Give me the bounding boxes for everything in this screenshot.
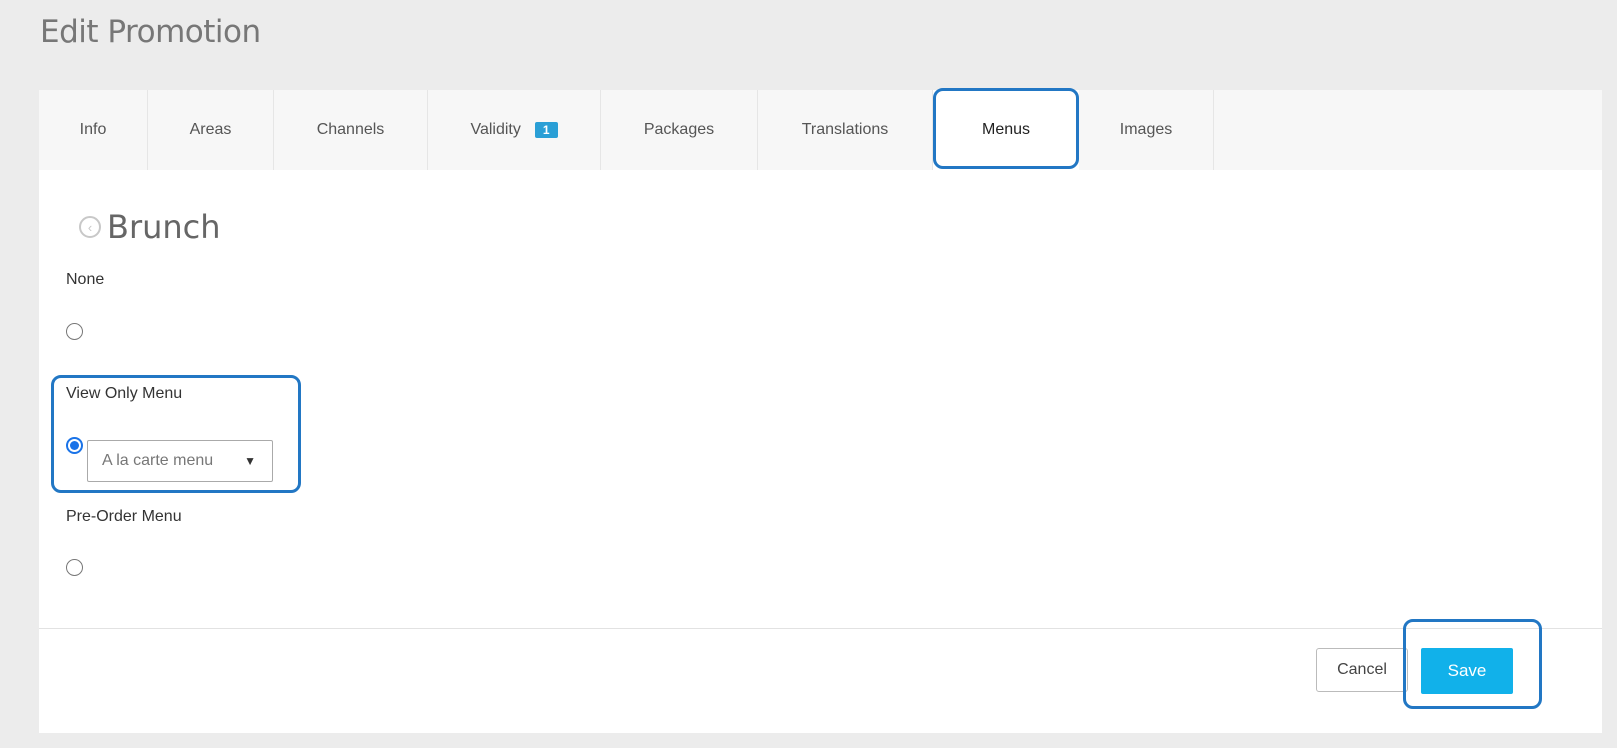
section-title: Brunch [107, 208, 221, 246]
tab-label: Menus [981, 121, 1031, 138]
radio-none[interactable] [66, 323, 83, 340]
validity-count-badge: 1 [534, 122, 558, 138]
promotion-panel: Info Areas Channels Validity 1 Packages … [39, 90, 1602, 733]
circle-chevron-left-icon[interactable]: ‹ [79, 216, 101, 238]
tab-info[interactable]: Info [39, 90, 148, 170]
tab-channels[interactable]: Channels [274, 90, 428, 170]
option-label-pre-order-menu: Pre-Order Menu [66, 508, 182, 525]
section-header: ‹ Brunch [79, 208, 221, 246]
option-label-none: None [66, 271, 105, 288]
save-button[interactable]: Save [1421, 648, 1513, 694]
radio-pre-order-menu[interactable] [66, 559, 83, 576]
tab-label: Areas [189, 121, 232, 138]
footer-divider [39, 628, 1602, 629]
page-title: Edit Promotion [40, 14, 261, 50]
tab-label: Translations [801, 121, 889, 138]
select-value: A la carte menu [102, 452, 214, 469]
radio-view-only-menu[interactable] [66, 437, 83, 454]
option-label-view-only-menu: View Only Menu [66, 385, 183, 402]
tab-packages[interactable]: Packages [601, 90, 758, 170]
tab-menus[interactable]: Menus [933, 90, 1079, 170]
tab-images[interactable]: Images [1079, 90, 1214, 170]
tab-label: Info [79, 121, 107, 138]
caret-down-icon: ▼ [244, 454, 256, 468]
tab-label: Channels [316, 121, 385, 138]
tab-label: Validity [470, 121, 521, 138]
tab-label: Packages [643, 121, 715, 138]
tab-label: Images [1119, 121, 1173, 138]
tab-areas[interactable]: Areas [148, 90, 274, 170]
tab-validity[interactable]: Validity 1 [428, 90, 601, 170]
tab-translations[interactable]: Translations [758, 90, 933, 170]
tab-bar: Info Areas Channels Validity 1 Packages … [39, 90, 1602, 170]
cancel-button[interactable]: Cancel [1316, 648, 1408, 692]
view-only-menu-select[interactable]: A la carte menu ▼ [87, 440, 273, 482]
